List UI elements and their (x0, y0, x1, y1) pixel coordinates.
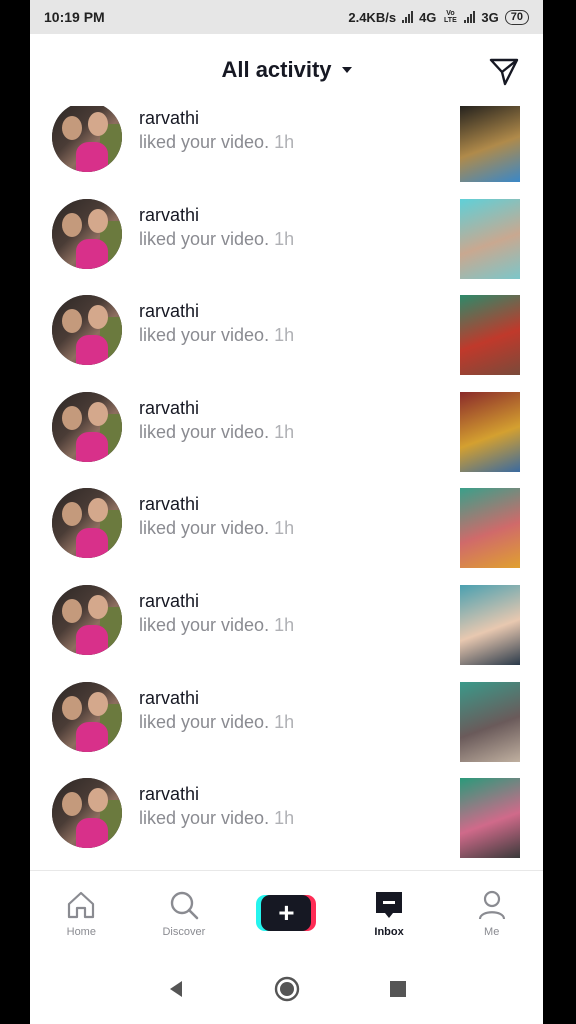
activity-text: liked your video. (139, 228, 270, 249)
inbox-icon (372, 888, 406, 922)
activity-row[interactable]: rarvathi liked your video. 1h (30, 585, 543, 681)
activity-message: liked your video. 1h (139, 615, 294, 636)
nav-home-label: Home (66, 925, 96, 938)
activity-message: liked your video. 1h (139, 325, 294, 346)
user-avatar[interactable] (52, 295, 122, 366)
video-thumbnail[interactable] (460, 585, 520, 665)
activity-row[interactable]: rarvathi liked your video. 1h (30, 681, 543, 778)
activity-row[interactable]: rarvathi liked your video. 1h (30, 106, 543, 198)
profile-icon (475, 888, 509, 922)
signal-icon-2 (464, 11, 476, 23)
activity-message: liked your video. 1h (139, 422, 294, 443)
nav-inbox-label: Inbox (374, 925, 404, 938)
activity-time: 1h (274, 132, 295, 152)
video-thumbnail[interactable] (460, 391, 520, 472)
signal-icon (402, 11, 414, 23)
video-thumbnail[interactable] (460, 198, 520, 279)
username-link[interactable]: rarvathi (139, 108, 199, 129)
video-thumbnail[interactable] (460, 681, 520, 762)
activity-text: liked your video. (139, 132, 270, 152)
volte-badge: Vo LTE (444, 10, 457, 24)
back-triangle-icon (169, 981, 182, 997)
network-type-1: 4G (419, 9, 437, 25)
user-avatar[interactable] (52, 585, 122, 655)
activity-time: 1h (274, 421, 295, 442)
activity-row[interactable]: rarvathi liked your video. 1h (30, 198, 543, 295)
create-video-button: + (256, 894, 317, 931)
video-thumbnail[interactable] (460, 106, 520, 182)
activity-text: liked your video. (139, 615, 270, 635)
nav-create[interactable]: + (235, 871, 338, 954)
search-icon (167, 888, 201, 922)
nav-home[interactable]: Home (30, 871, 133, 954)
user-avatar[interactable] (52, 198, 122, 269)
network-type-2: 3G (481, 9, 499, 25)
home-system-button[interactable] (272, 974, 302, 1004)
plus-icon: + (261, 894, 312, 931)
username-link[interactable]: rarvathi (139, 591, 199, 612)
bottom-navigation: Home Discover + Inbox Me (30, 870, 543, 954)
username-link[interactable]: rarvathi (139, 301, 199, 322)
status-indicators: 2.4KB/s 4G Vo LTE 3G 70 (348, 9, 529, 25)
phone-screen: 10:19 PM 2.4KB/s 4G Vo LTE 3G 70 All act… (30, 0, 543, 1024)
activity-row[interactable]: rarvathi liked your video. 1h (30, 778, 543, 870)
activity-message: liked your video. 1h (139, 518, 294, 539)
activity-text: liked your video. (139, 325, 270, 346)
activity-time: 1h (274, 808, 295, 829)
network-speed: 2.4KB/s (348, 9, 397, 25)
activity-filter-dropdown[interactable]: All activity (221, 57, 352, 83)
battery-icon: 70 (504, 9, 529, 25)
activity-row[interactable]: rarvathi liked your video. 1h (30, 391, 543, 488)
activity-text: liked your video. (139, 808, 270, 829)
nav-me[interactable]: Me (440, 871, 543, 954)
username-link[interactable]: rarvathi (139, 205, 199, 226)
activity-text: liked your video. (139, 518, 270, 539)
page-title: All activity (221, 57, 332, 82)
activity-message: liked your video. 1h (139, 229, 294, 250)
nav-me-label: Me (484, 925, 500, 938)
nav-inbox[interactable]: Inbox (338, 871, 441, 954)
video-thumbnail[interactable] (460, 778, 520, 859)
user-avatar[interactable] (52, 488, 122, 559)
recents-button[interactable] (383, 974, 413, 1004)
username-link[interactable]: rarvathi (139, 494, 199, 515)
recents-square-icon (389, 981, 406, 997)
nav-discover-label: Discover (162, 925, 206, 938)
status-time: 10:19 PM (44, 9, 105, 25)
activity-message: liked your video. 1h (139, 132, 294, 153)
user-avatar[interactable] (52, 681, 122, 752)
caret-down-icon (341, 67, 352, 73)
activity-time: 1h (274, 711, 295, 732)
user-avatar[interactable] (52, 106, 122, 172)
activity-message: liked your video. 1h (139, 808, 294, 829)
activity-row[interactable]: rarvathi liked your video. 1h (30, 488, 543, 584)
user-avatar[interactable] (52, 778, 122, 849)
username-link[interactable]: rarvathi (139, 398, 199, 419)
inbox-header: All activity (30, 34, 543, 106)
activity-time: 1h (274, 615, 295, 635)
nav-discover[interactable]: Discover (133, 871, 236, 954)
activity-row[interactable]: rarvathi liked your video. 1h (30, 295, 543, 391)
activity-text: liked your video. (139, 711, 270, 732)
direct-message-button[interactable] (487, 54, 521, 88)
activity-message: liked your video. 1h (139, 712, 294, 733)
paper-plane-icon (489, 58, 519, 86)
activity-time: 1h (274, 228, 295, 249)
back-button[interactable] (161, 974, 191, 1004)
activity-text: liked your video. (139, 421, 270, 442)
username-link[interactable]: rarvathi (139, 688, 199, 709)
status-bar: 10:19 PM 2.4KB/s 4G Vo LTE 3G 70 (30, 0, 543, 34)
user-avatar[interactable] (52, 391, 122, 462)
activity-time: 1h (274, 325, 295, 346)
home-icon (64, 888, 98, 922)
system-navigation-bar (30, 954, 543, 1024)
username-link[interactable]: rarvathi (139, 784, 199, 805)
activity-list[interactable]: rarvathi liked your video. 1h rarvathi like… (30, 106, 543, 870)
home-circle-icon (274, 976, 299, 1002)
activity-time: 1h (274, 518, 295, 539)
video-thumbnail[interactable] (460, 488, 520, 569)
video-thumbnail[interactable] (460, 295, 520, 376)
